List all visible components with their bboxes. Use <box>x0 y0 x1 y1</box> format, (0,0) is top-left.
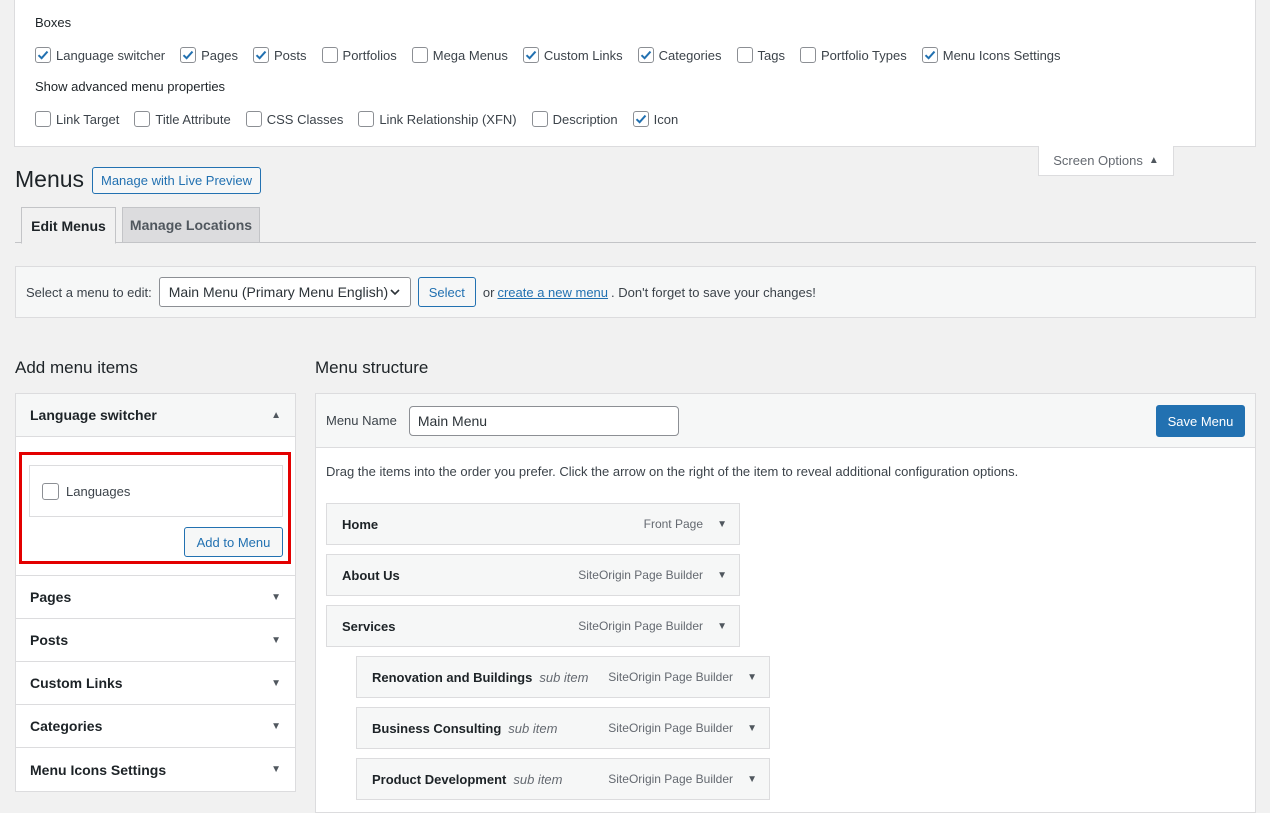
box-toggle-menu-icons-settings[interactable]: Menu Icons Settings <box>921 47 1061 63</box>
languages-checkbox[interactable] <box>42 482 59 500</box>
adv-toggle-link-relationship[interactable]: Link Relationship (XFN) <box>358 111 517 127</box>
save-reminder-text: . Don't forget to save your changes! <box>611 284 816 300</box>
languages-option[interactable]: Languages <box>42 482 130 500</box>
screen-options-toggle[interactable]: Screen Options ▲ <box>1038 146 1174 176</box>
checkmark-icon <box>924 50 935 60</box>
add-menu-items-heading: Add menu items <box>15 358 138 377</box>
add-to-menu-button[interactable]: Add to Menu <box>184 527 283 557</box>
menu-item-business-consulting[interactable]: Business Consulting sub item SiteOrigin … <box>356 707 770 749</box>
box-toggle-tags[interactable]: Tags <box>736 47 785 63</box>
panel-categories[interactable]: Categories ▼ <box>16 705 295 748</box>
checkmark-icon <box>640 50 651 60</box>
menu-name-input[interactable]: Main Menu <box>408 405 679 436</box>
checkbox[interactable] <box>921 47 938 63</box>
checkbox[interactable] <box>522 47 539 63</box>
triangle-down-icon[interactable]: ▼ <box>747 774 757 785</box>
menu-item-home[interactable]: Home Front Page ▼ <box>326 503 740 545</box>
checkmark-icon <box>182 50 194 60</box>
checkbox[interactable] <box>411 47 428 63</box>
adv-toggle-icon[interactable]: Icon <box>632 111 678 127</box>
checkbox[interactable] <box>253 47 270 63</box>
triangle-down-icon: ▼ <box>271 764 281 775</box>
menu-structure-heading: Menu structure <box>315 358 429 377</box>
menu-item-services[interactable]: Services SiteOrigin Page Builder ▼ <box>326 605 740 647</box>
triangle-down-icon: ▼ <box>271 720 281 732</box>
checkbox[interactable] <box>736 47 753 63</box>
manage-live-preview-button[interactable]: Manage with Live Preview <box>92 167 262 194</box>
menu-select-dropdown[interactable]: Main Menu (Primary Menu English) <box>158 277 411 307</box>
box-toggle-portfolios[interactable]: Portfolios <box>321 47 397 63</box>
panel-menu-icons-settings[interactable]: Menu Icons Settings ▼ <box>16 748 295 791</box>
adv-toggle-link-target[interactable]: Link Target <box>35 111 119 127</box>
triangle-down-icon: ▼ <box>271 591 281 603</box>
checkbox[interactable] <box>35 47 51 63</box>
boxes-heading: Boxes <box>35 15 72 30</box>
triangle-up-icon: ▲ <box>1148 155 1159 166</box>
box-toggle-categories[interactable]: Categories <box>637 47 722 63</box>
menu-name-label: Menu Name <box>326 413 397 428</box>
languages-list: Languages <box>29 465 283 517</box>
save-menu-button[interactable]: Save Menu <box>1156 405 1245 437</box>
panel-posts[interactable]: Posts ▼ <box>16 619 295 662</box>
page-title: Menus <box>15 166 85 192</box>
select-menu-bar: Select a menu to edit: Main Menu (Primar… <box>15 266 1256 318</box>
panel-pages[interactable]: Pages ▼ <box>16 576 295 619</box>
tab-edit-menus[interactable]: Edit Menus <box>21 207 116 244</box>
add-items-accordion: Language switcher ▲ Languages Add to Men… <box>15 393 296 792</box>
menu-structure-panel: Menu Name Main Menu Save Menu Drag the i… <box>315 393 1256 813</box>
menu-item-about-us[interactable]: About Us SiteOrigin Page Builder ▼ <box>326 554 740 596</box>
box-toggle-posts[interactable]: Posts <box>253 47 307 63</box>
triangle-down-icon[interactable]: ▼ <box>747 723 757 734</box>
checkbox[interactable] <box>637 47 654 63</box>
adv-toggle-description[interactable]: Description <box>531 111 618 127</box>
screen-options-panel: Boxes Language switcher Pages Posts Port… <box>14 0 1256 147</box>
checkbox[interactable] <box>799 47 816 63</box>
checkbox[interactable] <box>35 111 51 127</box>
triangle-down-icon[interactable]: ▼ <box>717 570 727 581</box>
create-new-menu-link[interactable]: create a new menu <box>497 285 608 300</box>
tab-manage-locations[interactable]: Manage Locations <box>122 207 260 243</box>
box-toggle-custom-links[interactable]: Custom Links <box>522 47 623 63</box>
triangle-down-icon[interactable]: ▼ <box>747 672 757 683</box>
or-text: or <box>482 284 495 300</box>
chevron-down-icon <box>390 289 400 296</box>
triangle-down-icon[interactable]: ▼ <box>717 519 727 530</box>
checkmark-icon <box>255 50 267 60</box>
box-toggle-portfolio-types[interactable]: Portfolio Types <box>799 47 907 63</box>
checkbox[interactable] <box>632 111 649 127</box>
checkbox[interactable] <box>245 111 262 127</box>
panel-language-switcher[interactable]: Language switcher ▲ <box>16 394 295 437</box>
panel-custom-links[interactable]: Custom Links ▼ <box>16 662 295 705</box>
box-toggle-language-switcher[interactable]: Language switcher <box>35 47 165 63</box>
advanced-row: Link Target Title Attribute CSS Classes … <box>35 111 693 127</box>
select-menu-label: Select a menu to edit: <box>26 284 152 300</box>
checkmark-icon <box>635 114 646 124</box>
box-toggle-pages[interactable]: Pages <box>180 47 238 63</box>
triangle-down-icon: ▼ <box>271 677 281 689</box>
checkbox[interactable] <box>358 111 375 127</box>
drag-instructions: Drag the items into the order you prefer… <box>326 464 1019 479</box>
checkbox[interactable] <box>180 47 197 63</box>
checkbox[interactable] <box>321 47 338 63</box>
box-toggle-mega-menus[interactable]: Mega Menus <box>411 47 508 63</box>
adv-toggle-title-attribute[interactable]: Title Attribute <box>134 111 231 127</box>
select-button[interactable]: Select <box>417 277 476 307</box>
triangle-up-icon: ▲ <box>271 409 281 421</box>
menu-item-renovation[interactable]: Renovation and Buildings sub item SiteOr… <box>356 656 770 698</box>
triangle-down-icon[interactable]: ▼ <box>717 621 727 632</box>
checkmark-icon <box>525 50 537 60</box>
checkbox[interactable] <box>531 111 548 127</box>
language-switcher-body: Languages Add to Menu <box>16 437 295 576</box>
menu-item-product-development[interactable]: Product Development sub item SiteOrigin … <box>356 758 770 800</box>
adv-toggle-css-classes[interactable]: CSS Classes <box>245 111 343 127</box>
boxes-row: Language switcher Pages Posts Portfolios… <box>35 47 1076 63</box>
checkbox[interactable] <box>134 111 151 127</box>
checkmark-icon <box>37 50 49 60</box>
triangle-down-icon: ▼ <box>271 634 281 646</box>
advanced-heading: Show advanced menu properties <box>35 79 226 94</box>
menu-name-bar: Menu Name Main Menu Save Menu <box>316 394 1255 448</box>
